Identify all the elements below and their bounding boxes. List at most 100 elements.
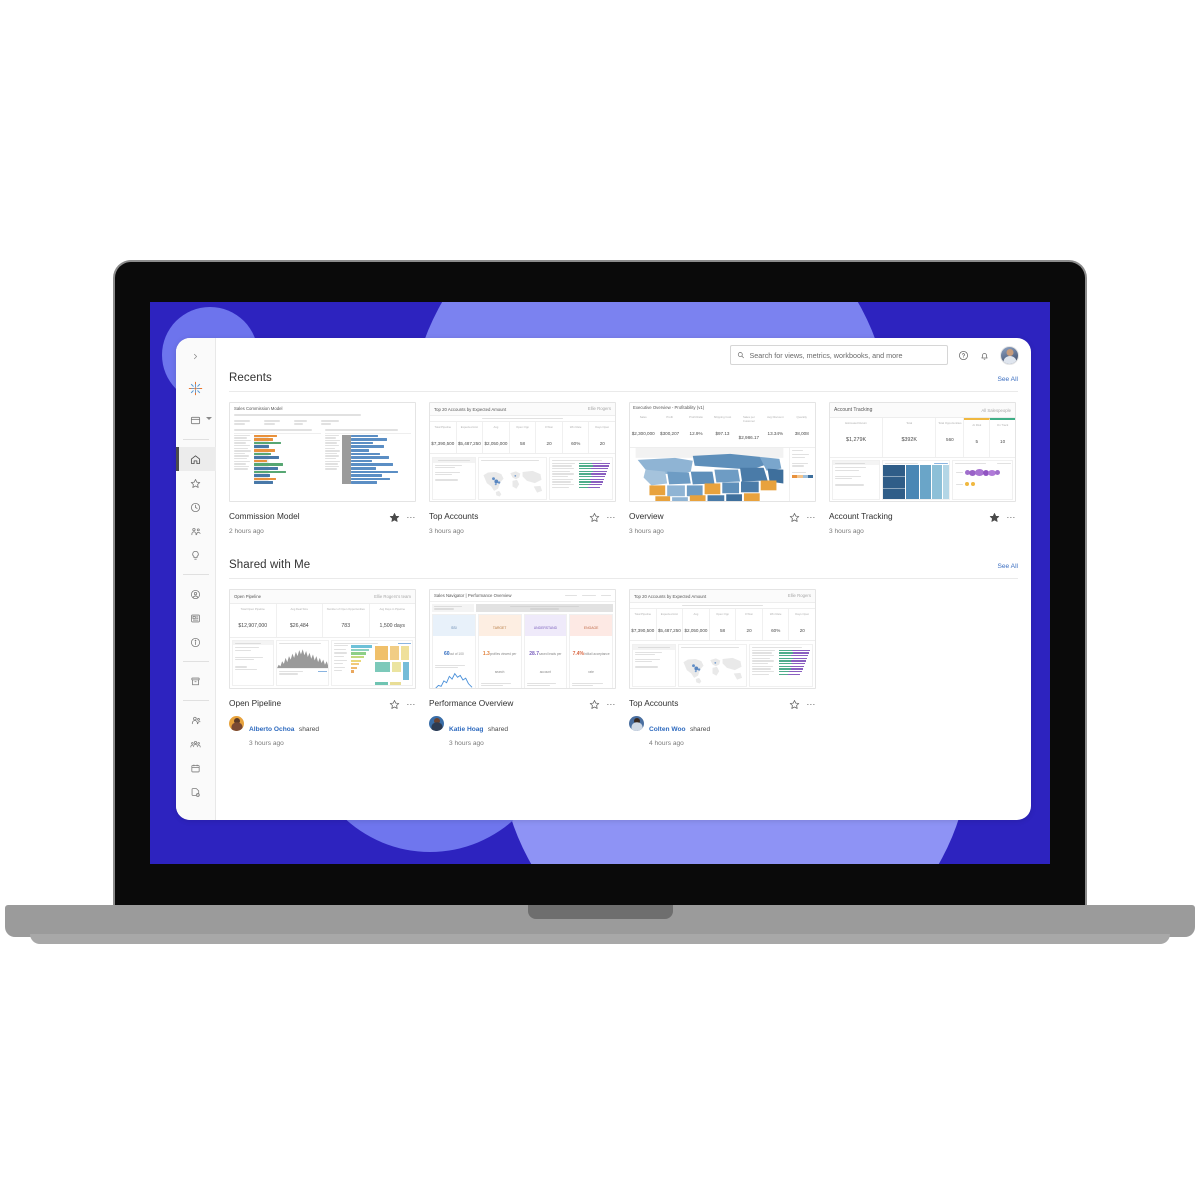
see-all-recents[interactable]: See All — [997, 376, 1018, 383]
thumb-header: Top 20 Accounts by Expected Amount Ellie… — [430, 403, 615, 416]
kpi-label: Total Open Pipeline — [240, 607, 265, 611]
thumb-title: Executive Overview - Profitability (v1) — [633, 405, 705, 410]
lightbulb-icon — [192, 550, 199, 560]
card-top-accounts-shared[interactable]: Top 20 Accounts by Expected Amount Ellie… — [629, 589, 816, 748]
kpi-label: Sales per Customer — [742, 415, 755, 423]
content-area: Recents See All Sales Commission Model C… — [216, 372, 1031, 820]
favorite-star-outline-icon[interactable] — [789, 699, 800, 710]
sidebar-item-tableau-logo[interactable] — [176, 376, 216, 400]
card-menu-button[interactable]: ⋯ — [806, 700, 816, 709]
thumb-title: Open Pipeline — [234, 594, 261, 599]
thumbnail-open-pipeline[interactable]: Open Pipeline Ellie Rogers's team Total … — [229, 589, 416, 689]
kpi-value: $2,986.17 — [738, 435, 760, 440]
sidebar-item-schedules[interactable] — [176, 756, 216, 780]
card-actions: ⋯ — [989, 511, 1016, 523]
kpi-value: 60% — [571, 441, 581, 447]
card-actions: ⋯ — [389, 511, 416, 523]
kpi-label: Days Open — [795, 612, 810, 617]
section-header-shared-with-me: Shared with Me See All — [229, 559, 1018, 579]
thumbnail-overview[interactable]: Executive Overview - Profitability (v1) … — [629, 402, 816, 502]
kpi-label: Open Opp — [716, 612, 729, 617]
kpi-label: Days Open — [595, 425, 610, 430]
notifications-button[interactable] — [979, 350, 990, 361]
sidebar-item-shared-with-me[interactable] — [176, 519, 216, 543]
kpi-label: Avg — [693, 612, 699, 617]
kpi-label: Expected Amt — [660, 612, 678, 617]
thumbnail-performance-overview[interactable]: Sales Navigator | Performance Overview S… — [429, 589, 616, 689]
user-avatar[interactable] — [1000, 345, 1019, 365]
sidebar-item-archive[interactable] — [176, 669, 216, 693]
col-head: TARGET — [492, 626, 507, 631]
card-title[interactable]: Overview — [629, 511, 664, 521]
thumbnail-account-tracking[interactable]: Account Tracking All Salespeople Estimat… — [829, 402, 1016, 502]
thumbnail-commission-model[interactable]: Sales Commission Model — [229, 402, 416, 502]
card-overview[interactable]: Executive Overview - Profitability (v1) … — [629, 402, 816, 535]
chevron-down-icon[interactable] — [205, 417, 212, 420]
card-commission-model[interactable]: Sales Commission Model Commission Model … — [229, 402, 416, 535]
card-title[interactable]: Top Accounts — [629, 698, 678, 708]
sidebar-item-groups[interactable] — [176, 732, 216, 756]
favorite-star-outline-icon[interactable] — [789, 512, 800, 523]
see-all-shared-with-me[interactable]: See All — [997, 563, 1018, 570]
shared-by-row: Katie Hoag shared 3 hours ago — [429, 716, 616, 748]
kpi-value: 560 — [946, 437, 954, 442]
sidebar-item-tasks[interactable] — [176, 780, 216, 804]
sidebar-item-recents[interactable] — [176, 495, 216, 519]
favorite-star-outline-icon[interactable] — [389, 699, 400, 710]
sidebar-item-explore[interactable] — [176, 408, 216, 432]
thumbnail-top-accounts[interactable]: Top 20 Accounts by Expected Amount Ellie… — [429, 402, 616, 502]
card-menu-button[interactable]: ⋯ — [806, 513, 816, 522]
kpi-value: $2,300,000 — [631, 431, 655, 436]
help-button[interactable] — [958, 350, 969, 361]
card-menu-button[interactable]: ⋯ — [406, 700, 416, 709]
favorite-star-filled-icon[interactable] — [989, 512, 1000, 523]
search-input[interactable] — [749, 350, 941, 360]
card-menu-button[interactable]: ⋯ — [606, 700, 616, 709]
card-menu-button[interactable]: ⋯ — [406, 513, 416, 522]
page-title-recents: Recents — [229, 372, 272, 384]
shared-by-name[interactable]: Katie Hoag — [449, 726, 483, 733]
users-icon — [191, 716, 200, 724]
shared-verb: shared — [689, 726, 711, 733]
sidebar-item-collections[interactable] — [176, 606, 216, 630]
card-top-accounts[interactable]: Top 20 Accounts by Expected Amount Ellie… — [429, 402, 616, 535]
tableau-logo-icon — [188, 381, 203, 395]
card-title[interactable]: Open Pipeline — [229, 698, 281, 708]
shared-verb: shared — [298, 726, 320, 733]
kpi-value: 783 — [341, 623, 351, 629]
card-title[interactable]: Performance Overview — [429, 698, 513, 708]
thumb-title: Sales Commission Model — [234, 406, 283, 411]
sidebar-item-external-assets[interactable] — [176, 630, 216, 654]
card-performance-overview[interactable]: Sales Navigator | Performance Overview S… — [429, 589, 616, 748]
card-timestamp: 4 hours ago — [649, 739, 684, 747]
sidebar-item-personal-space[interactable] — [176, 582, 216, 606]
card-title[interactable]: Account Tracking — [829, 511, 893, 521]
kpi-value: 20 — [599, 441, 605, 447]
favorite-star-outline-icon[interactable] — [589, 699, 600, 710]
card-open-pipeline[interactable]: Open Pipeline Ellie Rogers's team Total … — [229, 589, 416, 748]
shared-by-name[interactable]: Colten Woo — [649, 726, 686, 733]
favorite-star-outline-icon[interactable] — [589, 512, 600, 523]
kpi-label: Expected Amt — [460, 425, 478, 430]
sidebar-item-recommendations[interactable] — [176, 543, 216, 567]
shared-by-name[interactable]: Alberto Ochoa — [249, 726, 294, 733]
sidebar-divider-4 — [182, 700, 209, 701]
sidebar-item-users[interactable] — [176, 708, 216, 732]
section-header-recents: Recents See All — [229, 372, 1018, 392]
card-title[interactable]: Commission Model — [229, 511, 300, 521]
search-box[interactable] — [730, 345, 948, 365]
avatar-colten-woo — [629, 716, 644, 731]
people-shared-icon — [190, 527, 201, 535]
card-menu-button[interactable]: ⋯ — [606, 513, 616, 522]
kpi-label: At Risk — [972, 423, 982, 427]
kpi-value: 20 — [799, 628, 805, 634]
card-menu-button[interactable]: ⋯ — [1006, 513, 1016, 522]
sidebar-collapse-toggle[interactable] — [176, 344, 216, 368]
card-title[interactable]: Top Accounts — [429, 511, 478, 521]
favorite-star-filled-icon[interactable] — [389, 512, 400, 523]
thumb-kpi-row: Total Pipeline $7,390,500 Expected Amt $5,… — [430, 421, 615, 455]
thumbnail-top-accounts-shared[interactable]: Top 20 Accounts by Expected Amount Ellie… — [629, 589, 816, 689]
card-account-tracking[interactable]: Account Tracking All Salespeople Estimat… — [829, 402, 1016, 535]
sidebar-item-home[interactable] — [176, 447, 216, 471]
sidebar-item-favorites[interactable] — [176, 471, 216, 495]
